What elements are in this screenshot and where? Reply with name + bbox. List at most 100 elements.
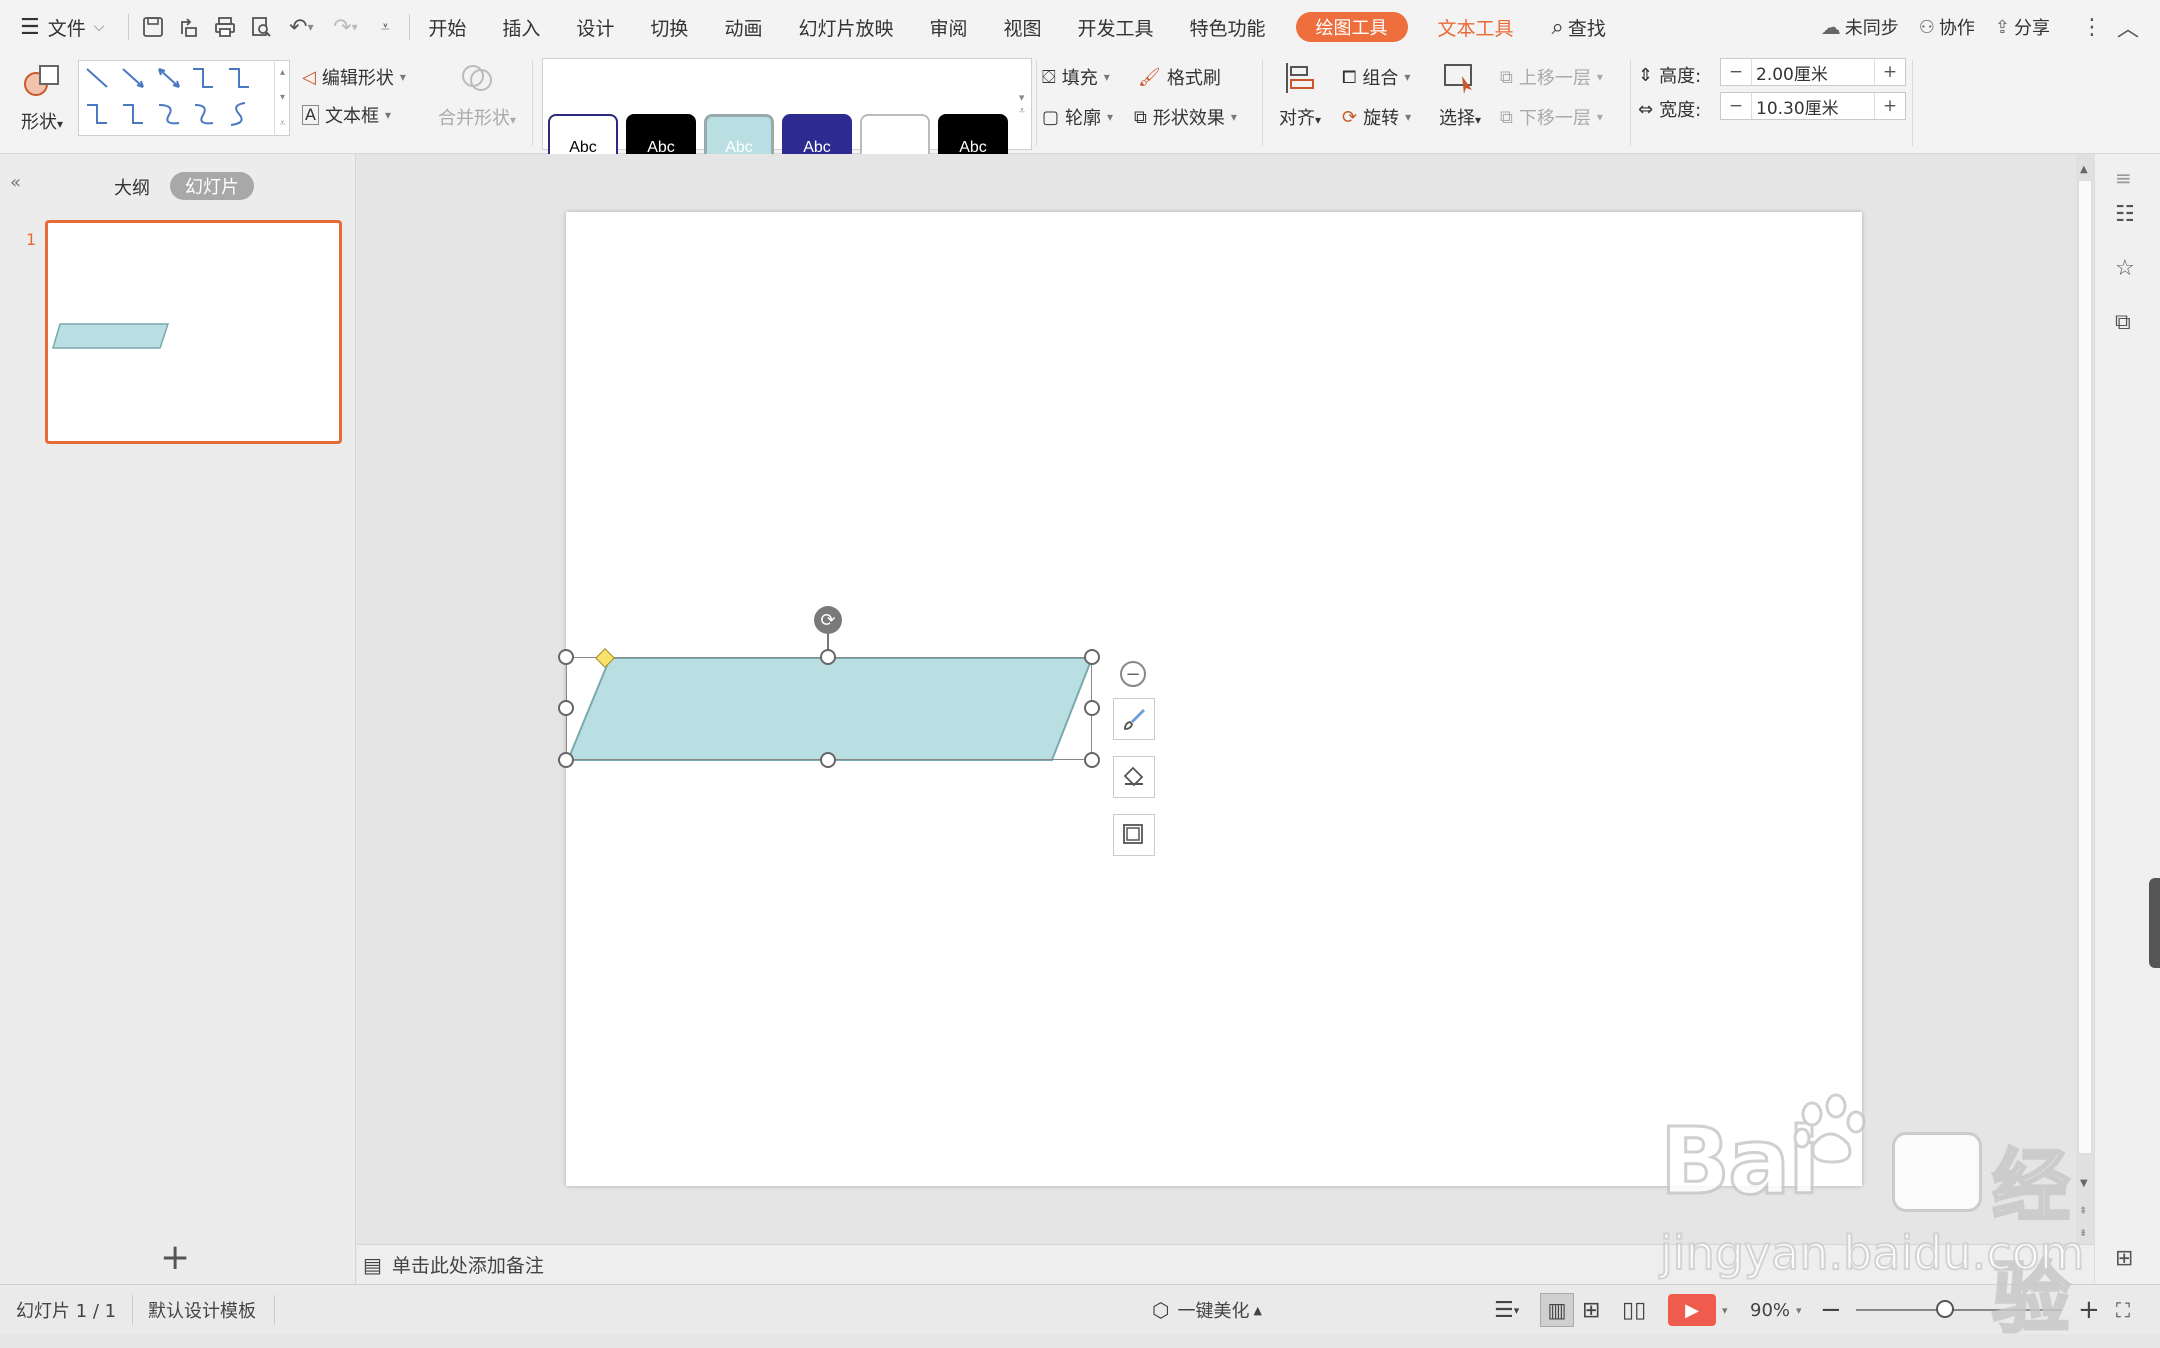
settings-sliders-icon[interactable]: ☷ (2115, 202, 2135, 227)
tab-text-tools[interactable]: 文本工具 (1420, 0, 1532, 54)
collapse-float-toolbar-icon[interactable]: − (1120, 661, 1146, 687)
resize-handle-bottom-right[interactable] (1084, 752, 1100, 768)
tab-view[interactable]: 视图 (985, 0, 1059, 54)
save-icon[interactable] (135, 0, 171, 54)
fill-bucket-icon: ⛋ (1042, 66, 1056, 88)
merge-shape-button[interactable]: 合并形状▾ (432, 60, 522, 146)
export-icon[interactable] (171, 0, 207, 54)
tab-developer[interactable]: 开发工具 (1060, 0, 1172, 54)
side-tab-handle[interactable] (2149, 878, 2160, 968)
customize-toolbar-icon[interactable]: ⩡ (367, 0, 403, 54)
reading-view-icon[interactable]: ▯▯ (1622, 1285, 1646, 1335)
rotate-button[interactable]: ⟳ 旋转 ▾ (1342, 104, 1411, 130)
scroll-up-arrow[interactable]: ▲ (2080, 164, 2088, 175)
slide-sorter-icon[interactable]: ⊞ (1582, 1285, 1600, 1335)
width-decrement-button[interactable]: − (1721, 96, 1751, 116)
right-tool-panel: ≡ ☷ ☆ ⧉ ⊞ (2094, 154, 2160, 1284)
format-brush-button[interactable]: 🖌 格式刷 (1138, 64, 1221, 90)
sync-button[interactable]: ☁ 未同步 (1811, 0, 1909, 54)
fit-window-icon[interactable]: ⛶ (2116, 1285, 2130, 1335)
watermark-url: jingyan.baidu.com (1659, 1225, 2085, 1281)
grid-apps-icon[interactable]: ⊞ (2115, 1246, 2133, 1271)
file-menu[interactable]: ☰ 文件 ⌵ (0, 0, 122, 54)
hamburger-icon: ☰ (20, 14, 40, 40)
lines-gallery[interactable] (78, 60, 290, 136)
zoom-slider-thumb[interactable] (1936, 1300, 1954, 1318)
shape-style-button[interactable] (1113, 698, 1155, 740)
shape-outline-button[interactable] (1113, 814, 1155, 856)
print-preview-icon[interactable] (243, 0, 279, 54)
resize-handle-bottom[interactable] (820, 752, 836, 768)
tab-animation[interactable]: 动画 (706, 0, 780, 54)
width-value[interactable]: 10.30厘米 (1751, 93, 1875, 119)
collapse-ribbon-icon[interactable]: ︿ (2110, 0, 2146, 54)
lines-gallery-scroll[interactable]: ▴ ▾ ⩡ (274, 60, 290, 136)
resize-handle-top-left[interactable] (558, 649, 574, 665)
width-increment-button[interactable]: + (1875, 96, 1905, 116)
panel-menu-icon[interactable]: ≡ (2115, 166, 2132, 190)
normal-view-icon[interactable]: ▥ (1540, 1293, 1574, 1327)
resize-handle-top-right[interactable] (1084, 649, 1100, 665)
outline-button[interactable]: ▢ 轮廓 ▾ (1042, 104, 1113, 130)
resize-handle-right[interactable] (1084, 700, 1100, 716)
width-field[interactable]: − 10.30厘米 + (1720, 92, 1906, 120)
select-button[interactable]: 选择▾ (1432, 60, 1488, 146)
undo-icon[interactable]: ↶ ▾ (279, 0, 323, 54)
format-brush-label: 格式刷 (1166, 68, 1221, 89)
shape-fill-button[interactable] (1113, 756, 1155, 798)
text-box-button[interactable]: A 文本框 ▾ (302, 102, 391, 128)
zoom-level[interactable]: 90% ▾ (1750, 1285, 1802, 1335)
tab-review[interactable]: 审阅 (911, 0, 985, 54)
add-slide-button[interactable]: + (160, 1240, 190, 1276)
rotate-handle[interactable]: ⟳ (814, 606, 842, 634)
zoom-out-button[interactable]: − (1820, 1285, 1842, 1335)
tab-outline[interactable]: 大纲 (114, 174, 150, 200)
tab-slides[interactable]: 幻灯片 (170, 172, 254, 200)
collapse-panel-icon[interactable]: « (10, 172, 21, 193)
tab-slideshow[interactable]: 幻灯片放映 (780, 0, 911, 54)
play-slideshow-button[interactable]: ▶ (1668, 1294, 1716, 1326)
template-name[interactable]: 默认设计模板 (148, 1285, 256, 1335)
redo-icon[interactable]: ↷ ▾ (323, 0, 367, 54)
resize-handle-top[interactable] (820, 649, 836, 665)
animation-star-icon[interactable]: ☆ (2115, 256, 2135, 281)
scroll-thumb[interactable] (2078, 180, 2092, 1154)
merge-shape-icon (462, 65, 492, 91)
height-field[interactable]: − 2.00厘米 + (1720, 58, 1906, 86)
vertical-scrollbar[interactable]: ▲ ▼ ⇞ ⇟ (2076, 154, 2094, 1244)
tab-insert[interactable]: 插入 (484, 0, 558, 54)
resize-handle-left[interactable] (558, 700, 574, 716)
notes-view-icon[interactable]: ☰ ▾ (1494, 1285, 1519, 1335)
send-backward-icon: ⧉ (1500, 106, 1513, 128)
watermark-logo: Bai 经验 (1659, 1093, 2100, 1346)
shape-button[interactable]: 形状▾ (14, 60, 70, 146)
align-button[interactable]: 对齐▾ (1272, 60, 1328, 146)
slide-thumbnail[interactable] (45, 220, 342, 444)
fill-button[interactable]: ⛋ 填充 ▾ (1042, 64, 1110, 90)
height-increment-button[interactable]: + (1875, 62, 1905, 82)
height-value[interactable]: 2.00厘米 (1751, 59, 1875, 85)
tab-drawing-tools[interactable]: 绘图工具 (1295, 12, 1408, 42)
shape-effect-button[interactable]: ⧉ 形状效果 ▾ (1134, 104, 1237, 130)
edit-shape-button[interactable]: ◁ 编辑形状 ▾ (302, 64, 406, 90)
bring-forward-button[interactable]: ⧉ 上移一层 ▾ (1500, 64, 1603, 90)
height-decrement-button[interactable]: − (1721, 62, 1751, 82)
resize-handle-bottom-left[interactable] (558, 752, 574, 768)
transition-icon[interactable]: ⧉ (2115, 310, 2131, 335)
search-button[interactable]: ⌕ 查找 (1532, 0, 1624, 54)
print-icon[interactable] (207, 0, 243, 54)
collab-button[interactable]: ⚇ 协作 (1909, 0, 1985, 54)
rotate-icon: ⟳ (1342, 106, 1358, 128)
share-button[interactable]: ⇪ 分享 (1985, 0, 2060, 54)
group-button[interactable]: ⧠ 组合 ▾ (1342, 64, 1410, 90)
beautify-button[interactable]: ⬡ 一键美化 ▲ (1152, 1285, 1262, 1335)
style-gallery-more[interactable]: ▾ ⩡ (1014, 60, 1030, 148)
tab-special[interactable]: 特色功能 (1172, 0, 1284, 54)
tab-design[interactable]: 设计 (558, 0, 632, 54)
tab-transition[interactable]: 切换 (632, 0, 706, 54)
more-icon[interactable]: ⋮ (2074, 0, 2110, 54)
play-options-icon[interactable]: ▾ (1722, 1285, 1728, 1335)
send-backward-button[interactable]: ⧉ 下移一层 ▾ (1500, 104, 1603, 130)
merge-shape-label: 合并形状 (437, 108, 510, 129)
tab-start[interactable]: 开始 (416, 0, 484, 54)
